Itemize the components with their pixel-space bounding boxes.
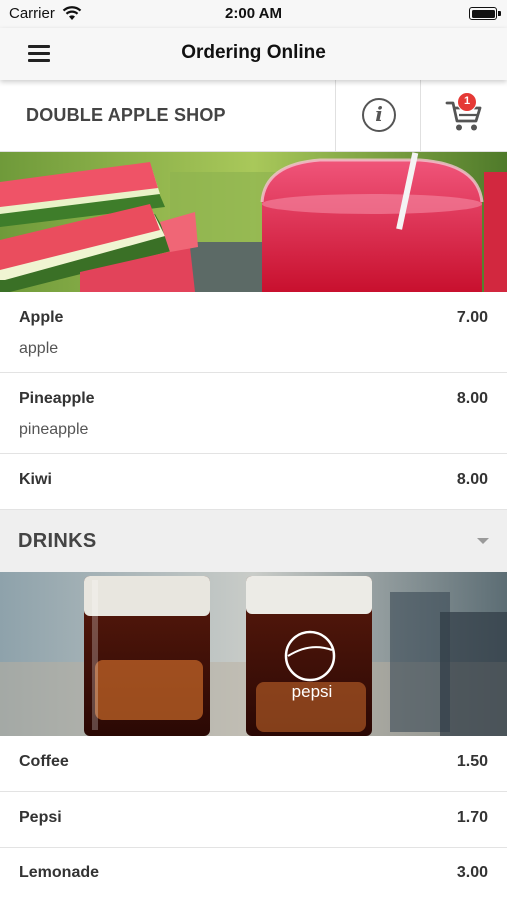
item-name: Pepsi <box>19 809 62 826</box>
list-item-pineapple[interactable]: Pineapple 8.00 pineapple <box>0 373 507 454</box>
info-button[interactable]: i <box>335 80 421 152</box>
cart-count-badge: 1 <box>457 92 477 112</box>
nav-bar: Ordering Online <box>0 28 507 80</box>
chevron-down-icon <box>477 538 489 544</box>
status-bar: Carrier 2:00 AM <box>0 0 507 28</box>
category-header-drinks[interactable]: DRINKS <box>0 510 507 572</box>
item-price: 8.00 <box>456 390 488 407</box>
item-name: Apple <box>19 309 64 326</box>
item-name: Pineapple <box>19 390 95 407</box>
item-price: 1.50 <box>456 753 488 770</box>
item-description: pineapple <box>19 421 89 438</box>
item-name: Lemonade <box>19 864 100 881</box>
item-name: Coffee <box>19 753 69 770</box>
clock: 2:00 AM <box>225 5 282 22</box>
battery-icon <box>469 7 501 20</box>
pepsi-glass-logo-text: pepsi <box>292 682 333 701</box>
item-price: 8.00 <box>456 471 488 488</box>
page-title: Ordering Online <box>181 42 326 63</box>
list-item-pepsi[interactable]: Pepsi 1.70 <box>0 792 507 848</box>
info-icon: i <box>362 98 396 132</box>
item-description: apple <box>19 340 59 357</box>
item-name: Kiwi <box>19 471 52 488</box>
fruit-category-banner <box>0 152 507 292</box>
drinks-category-banner: pepsi <box>0 572 507 736</box>
shop-name: DOUBLE APPLE SHOP <box>26 105 226 125</box>
list-item-kiwi[interactable]: Kiwi 8.00 <box>0 454 507 510</box>
list-item-coffee[interactable]: Coffee 1.50 <box>0 736 507 792</box>
list-item-apple[interactable]: Apple 7.00 apple <box>0 292 507 373</box>
cart-button[interactable]: 1 <box>421 80 507 152</box>
item-price: 3.00 <box>456 864 488 881</box>
item-price: 7.00 <box>456 309 488 326</box>
category-title: DRINKS <box>18 530 97 552</box>
list-item-lemonade[interactable]: Lemonade 3.00 <box>0 848 507 900</box>
shop-header: DOUBLE APPLE SHOP i 1 <box>0 80 507 152</box>
item-price: 1.70 <box>456 809 488 826</box>
